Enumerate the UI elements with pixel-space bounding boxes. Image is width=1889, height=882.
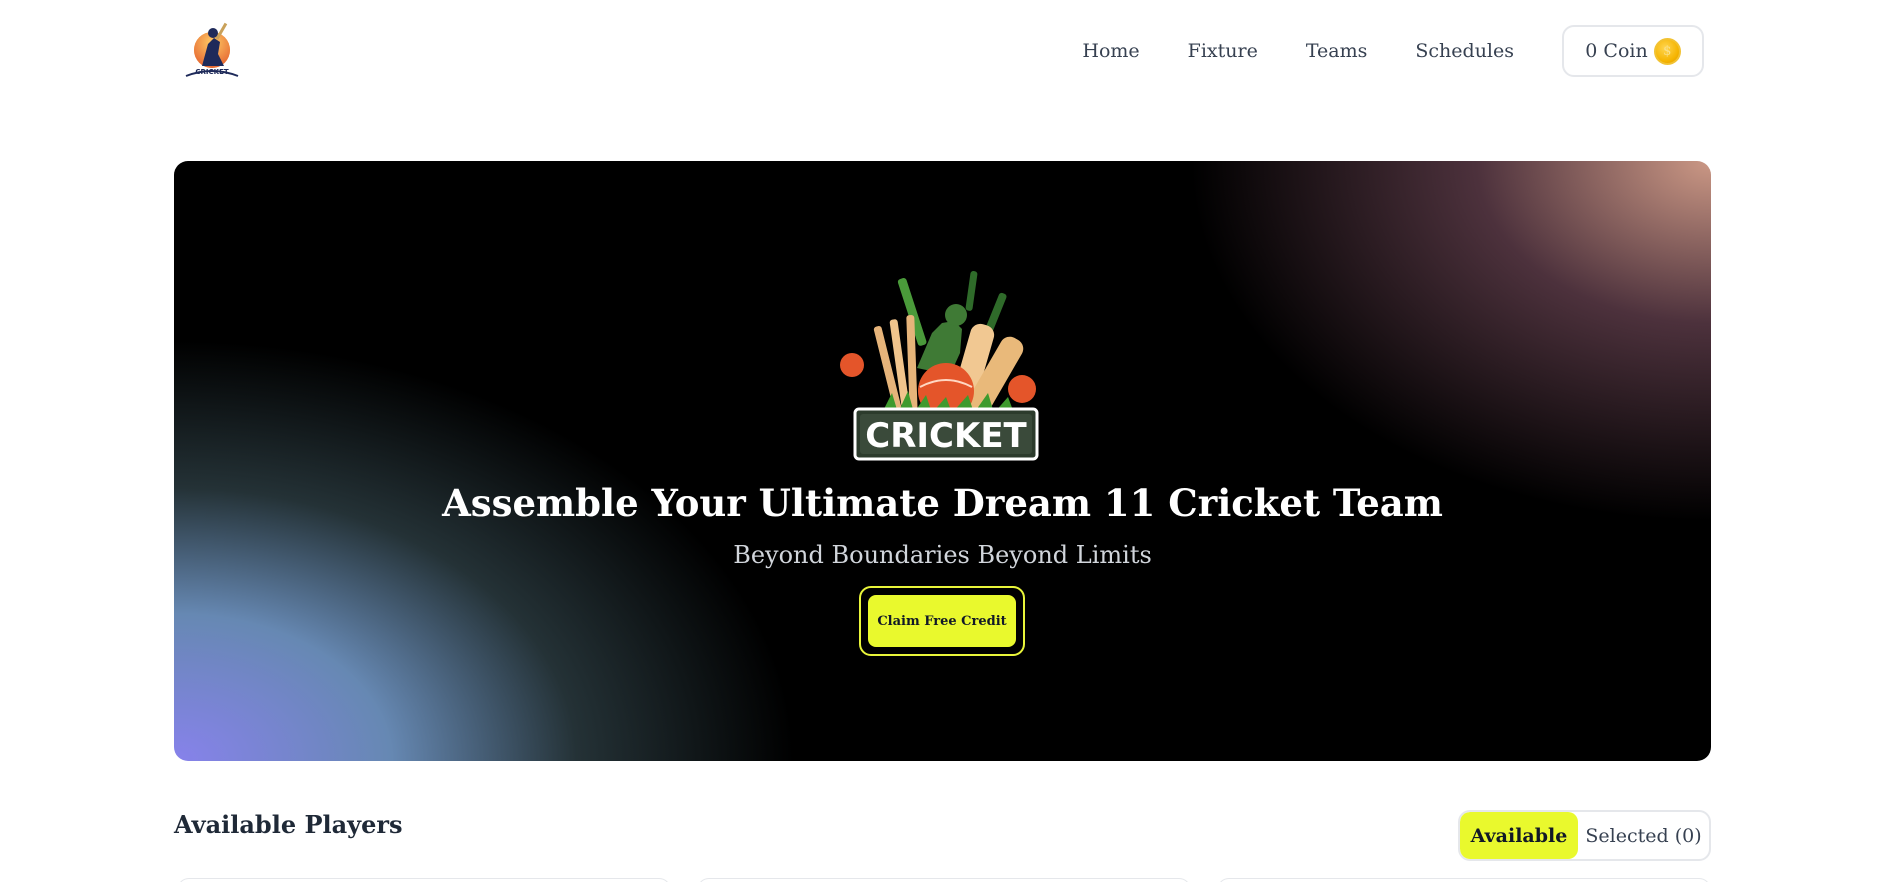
navbar: CRICKET Home Fixture Teams Schedules 0 C…: [174, 0, 1714, 100]
hero-subtitle: Beyond Boundaries Beyond Limits: [733, 541, 1152, 569]
available-tab[interactable]: Available: [1460, 812, 1578, 859]
coin-balance-button[interactable]: 0 Coin $: [1562, 25, 1704, 77]
claim-credit-button-frame[interactable]: Claim Free Credit: [859, 586, 1025, 656]
hero-cricket-logo: CRICKET: [822, 263, 1062, 473]
coin-icon: $: [1653, 37, 1681, 65]
player-view-toggle: Available Selected (0): [1458, 810, 1711, 861]
hero-title: Assemble Your Ultimate Dream 11 Cricket …: [442, 481, 1443, 525]
player-card[interactable]: [697, 878, 1191, 882]
nav-schedules[interactable]: Schedules: [1415, 40, 1514, 62]
claim-free-credit-button[interactable]: Claim Free Credit: [868, 595, 1016, 647]
nav-home[interactable]: Home: [1082, 40, 1139, 62]
cricket-logo[interactable]: CRICKET: [180, 20, 244, 82]
nav-fixture[interactable]: Fixture: [1188, 40, 1258, 62]
logo-wordmark: CRICKET: [195, 68, 228, 76]
coin-balance-label: 0 Coin: [1585, 40, 1648, 62]
nav-links: Home Fixture Teams Schedules 0 Coin $: [1082, 25, 1714, 77]
selected-tab[interactable]: Selected (0): [1578, 812, 1709, 859]
player-card[interactable]: [177, 878, 671, 882]
available-players-heading: Available Players: [174, 810, 403, 839]
hero-logo-wordmark: CRICKET: [865, 416, 1027, 456]
nav-teams[interactable]: Teams: [1306, 40, 1368, 62]
player-card[interactable]: [1217, 878, 1711, 882]
hero-banner: CRICKET Assemble Your Ultimate Dream 11 …: [174, 161, 1711, 761]
